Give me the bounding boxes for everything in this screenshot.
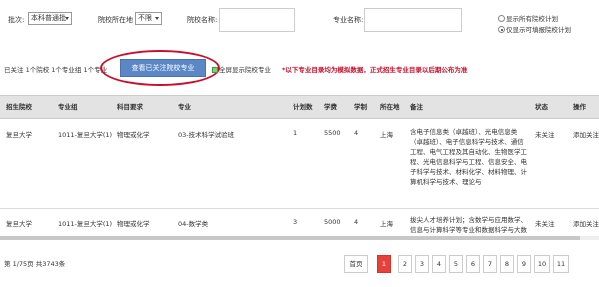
table-body[interactable]: 复旦大学 1011-复旦大学(1) 物理或化学 03-技术科学试验班 1 550…: [0, 119, 599, 238]
col-major: 专业: [178, 103, 191, 111]
followed-summary: 已关注 1个院校 1个专业组 1个专业: [4, 66, 108, 74]
col-action: 操作: [573, 103, 586, 111]
col-location: 所在地: [380, 103, 400, 111]
fullscreen-icon: [212, 67, 218, 73]
view-followed-button[interactable]: 查看已关注院校专业: [120, 59, 206, 77]
col-school: 招生院校: [6, 103, 32, 111]
page-button-3[interactable]: 3: [415, 255, 429, 273]
page-button-10[interactable]: 10: [534, 255, 550, 273]
radio-show-selectable[interactable]: 仅显示可填报院校计划: [498, 24, 571, 34]
toolbar: 已关注 1个院校 1个专业组 1个专业 查看已关注院校专业 全屏显示院校专业 *…: [0, 50, 599, 86]
cell-years: 4: [354, 129, 359, 137]
cell-fee: 5000: [324, 218, 341, 226]
page-button-9[interactable]: 9: [517, 255, 531, 273]
location-select-value: 不限: [138, 14, 152, 22]
batch-label: 批次:: [8, 16, 25, 24]
fullscreen-link[interactable]: 全屏显示院校专业: [212, 64, 271, 74]
cell-location: 上海: [380, 220, 393, 228]
fullscreen-label: 全屏显示院校专业: [219, 66, 271, 74]
radio-show-all[interactable]: 显示所有院校计划: [498, 13, 558, 23]
col-group: 专业组: [58, 103, 78, 111]
cell-plan: 1: [293, 129, 298, 137]
cell-location: 上海: [380, 131, 393, 139]
school-name-input[interactable]: [219, 8, 295, 32]
cell-plan: 3: [293, 218, 298, 226]
col-remark: 备注: [410, 103, 423, 111]
add-follow-button[interactable]: 添加关注: [573, 129, 599, 139]
table-row: 复旦大学 1011-复旦大学(1) 物理或化学 03-技术科学试验班 1 550…: [0, 119, 599, 209]
scrollbar-thumb[interactable]: [0, 236, 580, 240]
cell-years: 4: [354, 218, 359, 226]
cell-major: 03-技术科学试验班: [178, 131, 235, 139]
col-fee: 学费: [324, 103, 337, 111]
major-name-input[interactable]: [364, 8, 462, 32]
page-button-1[interactable]: 1: [377, 255, 391, 273]
radio-show-all-label: 显示所有院校计划: [506, 15, 558, 23]
cell-subject: 物理或化学: [117, 131, 150, 139]
chevron-down-icon: [155, 17, 159, 20]
page-info: 第 1/75页 共3743条: [4, 260, 66, 268]
batch-select-value: 本科普通批: [31, 14, 66, 22]
table-header: 招生院校 专业组 科目要求 专业 计划数 学费 学制 所在地 备注 状态 操作: [0, 95, 599, 119]
cell-remark: 拔尖人才培养计划；含数学与应用数学、信息与计算科学等专业和数据科学与大数据技: [410, 216, 527, 238]
cell-major: 04-数学类: [178, 220, 209, 228]
cell-group: 1011-复旦大学(1): [58, 220, 113, 228]
cell-group: 1011-复旦大学(1): [58, 131, 113, 139]
location-select[interactable]: 不限: [135, 12, 162, 25]
radio-show-selectable-label: 仅显示可填报院校计划: [506, 26, 571, 34]
page-button-8[interactable]: 8: [500, 255, 514, 273]
chevron-down-icon: [65, 17, 69, 20]
major-name-label: 专业名称:: [333, 16, 364, 24]
page-button-6[interactable]: 6: [466, 255, 480, 273]
table-row: 复旦大学 1011-复旦大学(1) 物理或化学 04-数学类 3 5000 4 …: [0, 209, 599, 238]
page-button-11[interactable]: 11: [553, 255, 569, 273]
col-subject: 科目要求: [117, 103, 143, 111]
page-button-4[interactable]: 4: [432, 255, 446, 273]
first-page-button[interactable]: 首页: [344, 255, 368, 273]
page-button-7[interactable]: 7: [483, 255, 497, 273]
add-follow-button[interactable]: 添加关注: [573, 218, 599, 228]
col-years: 学制: [354, 103, 367, 111]
location-label: 院校所在地: [98, 16, 133, 24]
school-name-label: 院校名称:: [187, 16, 218, 24]
filter-bar: 批次: 本科普通批 院校所在地 不限 院校名称: 专业名称: 显示所有院校计划 …: [0, 0, 599, 40]
cell-subject: 物理或化学: [117, 220, 150, 228]
simulated-data-notice: *以下专业目录均为模拟数据，正式招生专业目录以后期公布为准: [282, 66, 468, 74]
cell-school: 复旦大学: [6, 131, 32, 139]
page-button-5[interactable]: 5: [449, 255, 463, 273]
radio-selected-icon[interactable]: [498, 26, 505, 33]
cell-school: 复旦大学: [6, 220, 32, 228]
batch-select[interactable]: 本科普通批: [28, 12, 72, 25]
cell-fee: 5500: [324, 129, 341, 137]
col-status: 状态: [535, 103, 548, 111]
cell-status: 未关注: [535, 220, 555, 228]
radio-icon[interactable]: [498, 15, 505, 22]
cell-remark: 含电子信息类（卓越班）、光电信息类（卓越班）、电子信息科学与技术、通信工程、电气…: [410, 128, 527, 186]
horizontal-scrollbar[interactable]: [0, 236, 599, 240]
cell-status: 未关注: [535, 131, 555, 139]
page-button-2[interactable]: 2: [398, 255, 412, 273]
pagination-bar: 第 1/75页 共3743条 首页 1 2 3 4 5 6 7 8 9 10 1…: [0, 250, 599, 280]
col-plan: 计划数: [293, 103, 313, 111]
